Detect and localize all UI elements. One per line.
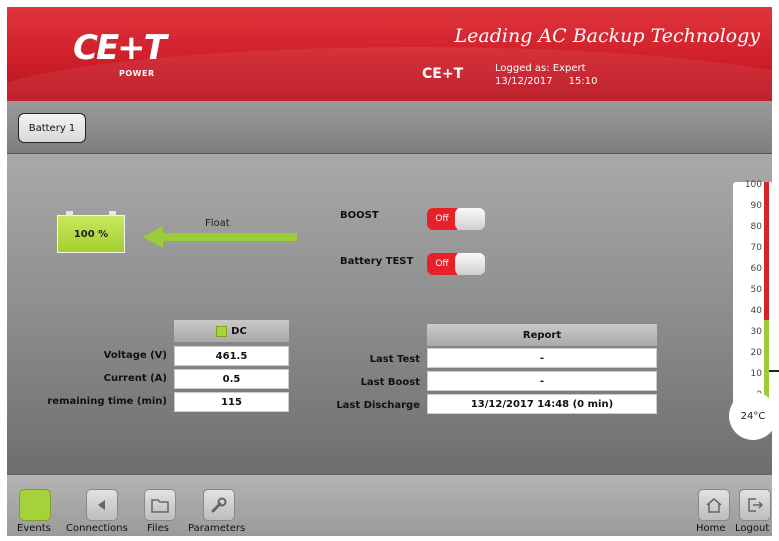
datetime: 13/12/2017 15:10 bbox=[495, 75, 597, 88]
current-time: 15:10 bbox=[568, 76, 598, 87]
bottom-toolbar: Events Connections Files Parameters Home… bbox=[7, 474, 772, 536]
thermometer-tick: 70 bbox=[750, 243, 762, 253]
home-icon bbox=[706, 498, 722, 513]
temperature-gauge: 100 90 80 70 60 50 40 30 20 10 0 24°C bbox=[729, 180, 779, 442]
temperature-marker bbox=[769, 370, 779, 372]
battery-terminal-left bbox=[66, 211, 73, 216]
logo-text: CE+T bbox=[73, 28, 167, 68]
battery-test-toggle-state: Off bbox=[427, 253, 457, 275]
files-button[interactable] bbox=[144, 489, 176, 521]
thermometer-tick: 80 bbox=[750, 222, 762, 232]
dc-header-label: DC bbox=[231, 325, 247, 337]
last-discharge-value: 13/12/2017 14:48 (0 min) bbox=[427, 394, 657, 414]
thermometer-tick: 60 bbox=[750, 264, 762, 274]
logout-icon bbox=[748, 498, 764, 512]
parameters-button[interactable] bbox=[203, 489, 235, 521]
files-label: Files bbox=[147, 523, 169, 534]
events-label: Events bbox=[17, 523, 51, 534]
last-discharge-label: Last Discharge bbox=[336, 400, 420, 411]
boost-label: BOOST bbox=[340, 210, 379, 221]
home-button[interactable] bbox=[698, 489, 730, 521]
battery-charge-indicator: 100 % bbox=[57, 211, 125, 253]
battery-test-toggle[interactable]: Off bbox=[427, 253, 485, 275]
battery-test-toggle-knob bbox=[455, 253, 485, 275]
logo-subtitle: POWER bbox=[119, 69, 155, 78]
thermometer-tick: 10 bbox=[750, 369, 762, 379]
voltage-value: 461.5 bbox=[174, 346, 289, 366]
tagline: Leading AC Backup Technology bbox=[454, 25, 760, 47]
thermometer-tick: 50 bbox=[750, 285, 762, 295]
thermometer-tick: 100 bbox=[744, 180, 762, 190]
connections-button[interactable] bbox=[86, 489, 118, 521]
app-header: CE+T POWER Leading AC Backup Technology … bbox=[7, 7, 772, 101]
dc-table-header: DC bbox=[174, 320, 289, 342]
boost-toggle[interactable]: Off bbox=[427, 208, 485, 230]
last-boost-label: Last Boost bbox=[360, 377, 420, 388]
thermometer-scale bbox=[764, 182, 773, 420]
login-info: Logged as: Expert 13/12/2017 15:10 bbox=[495, 62, 597, 88]
dc-status-led-icon bbox=[216, 325, 228, 337]
boost-toggle-state: Off bbox=[427, 208, 457, 230]
report-table-header: Report bbox=[427, 324, 657, 346]
logged-as-label: Logged as: Expert bbox=[495, 63, 586, 74]
battery-test-label: Battery TEST bbox=[340, 256, 414, 267]
thermometer-tick: 30 bbox=[750, 327, 762, 337]
current-label: Current (A) bbox=[103, 373, 167, 384]
temperature-readout: 24°C bbox=[740, 410, 766, 422]
thermometer-bulb: 24°C bbox=[729, 392, 777, 440]
events-button[interactable] bbox=[19, 489, 51, 521]
voltage-label: Voltage (V) bbox=[103, 350, 167, 361]
home-label: Home bbox=[696, 523, 726, 534]
remaining-time-value: 115 bbox=[174, 392, 289, 412]
last-test-label: Last Test bbox=[369, 354, 420, 365]
connections-label: Connections bbox=[66, 523, 128, 534]
brand-name: CE+T bbox=[422, 66, 464, 82]
charge-direction-arrow-icon bbox=[143, 226, 297, 248]
battery-terminal-right bbox=[109, 211, 116, 216]
logout-label: Logout bbox=[735, 523, 770, 534]
last-boost-value: - bbox=[427, 371, 657, 391]
logout-button[interactable] bbox=[739, 489, 771, 521]
wrench-icon bbox=[211, 497, 227, 513]
battery-panel: 100 % Float BOOST Off Battery TEST Off D… bbox=[7, 154, 779, 474]
connections-icon bbox=[98, 500, 105, 510]
tab-bar: Battery 1 bbox=[7, 101, 772, 154]
current-date: 13/12/2017 bbox=[495, 76, 553, 87]
remaining-time-label: remaining time (min) bbox=[47, 396, 167, 407]
boost-toggle-knob bbox=[455, 208, 485, 230]
folder-icon bbox=[151, 499, 169, 513]
thermometer-tick: 90 bbox=[750, 201, 762, 211]
last-test-value: - bbox=[427, 348, 657, 368]
thermometer-warning-zone bbox=[764, 182, 769, 320]
thermometer-tick: 40 bbox=[750, 306, 762, 316]
company-logo: CE+T POWER bbox=[73, 28, 167, 83]
current-value: 0.5 bbox=[174, 369, 289, 389]
parameters-label: Parameters bbox=[188, 523, 246, 534]
thermometer-tick: 20 bbox=[750, 348, 762, 358]
battery-charge-text: 100 % bbox=[73, 228, 109, 240]
tab-battery-1[interactable]: Battery 1 bbox=[18, 113, 86, 143]
